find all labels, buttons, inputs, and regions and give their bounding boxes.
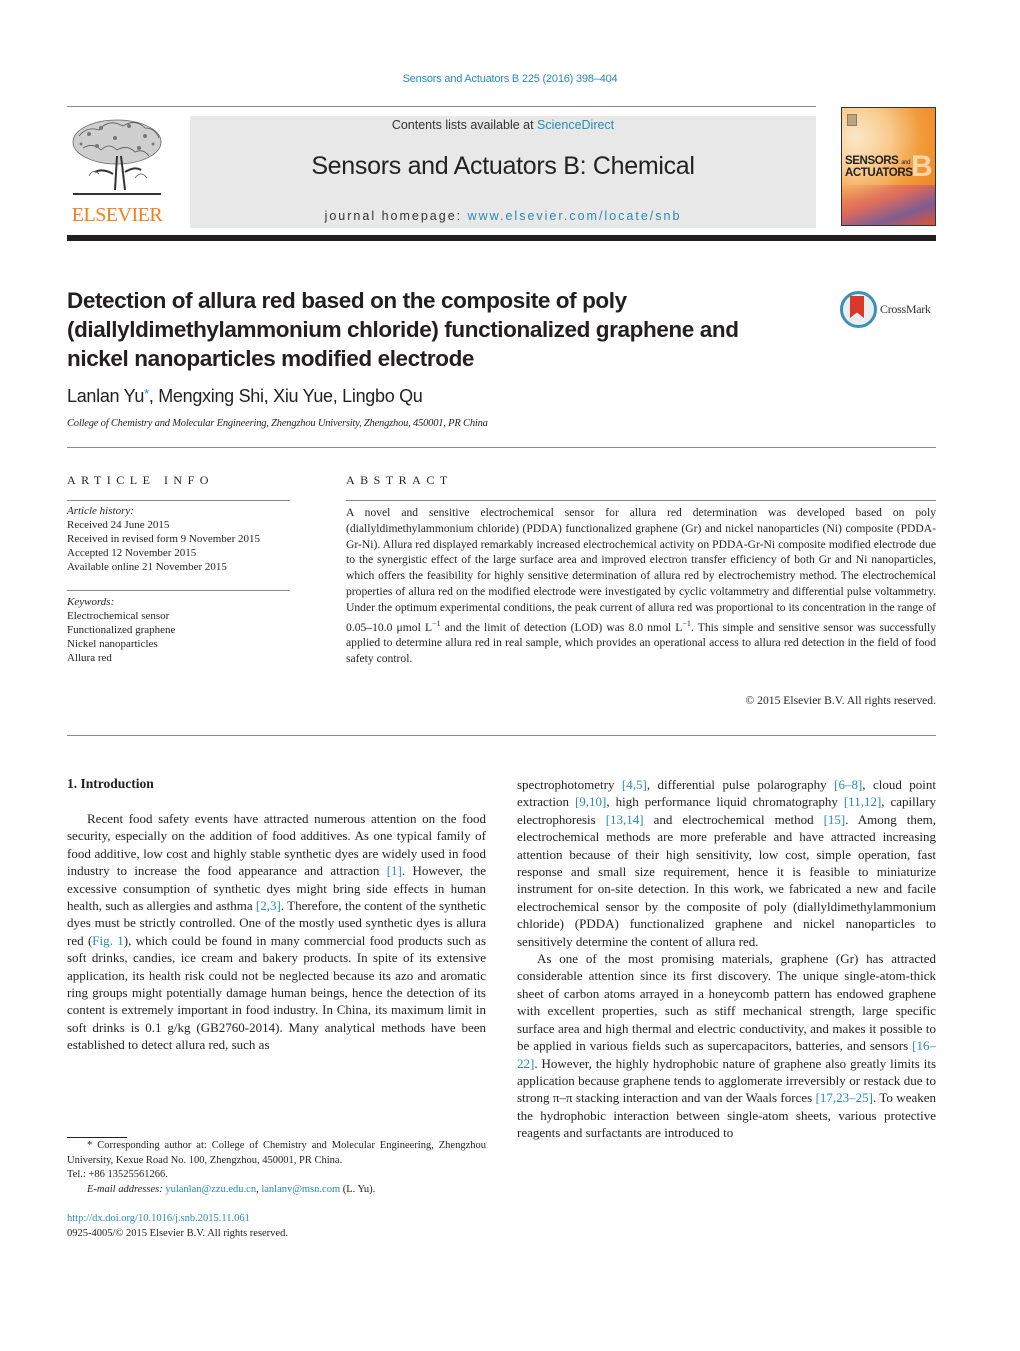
keywords-block: Keywords: Electrochemical sensor Functio… [67,595,297,665]
keywords-rule [67,590,290,591]
history-item: Accepted 12 November 2015 [67,547,197,559]
author-separator: , [332,386,343,406]
header-thick-rule [67,235,936,241]
section-divider [67,447,936,448]
contents-line: Contents lists available at ScienceDirec… [190,118,816,132]
abstract-heading: ABSTRACT [346,473,453,487]
reference-link[interactable]: [9,10] [575,794,606,809]
introduction-heading: 1. Introduction [67,776,154,791]
intro-paragraph: Recent food safety events have attracted… [67,811,487,1053]
cover-title-line2: ACTUATORS [845,167,913,179]
author-name: Mengxing Shi [158,386,264,406]
reference-link[interactable]: [6–8] [834,777,862,792]
reference-link[interactable]: [15] [824,812,846,827]
cover-title-line1: SENSORS and [845,155,910,167]
header-top-rule [67,106,816,107]
abstract-copyright: © 2015 Elsevier B.V. All rights reserved… [745,694,936,707]
reference-link[interactable]: [11,12] [844,794,881,809]
reference-link[interactable]: Fig. 1 [92,933,123,948]
journal-banner: Contents lists available at ScienceDirec… [190,116,816,228]
cover-letter: B [911,150,933,183]
journal-title: Sensors and Actuators B: Chemical [311,152,695,180]
issn-copyright: 0925-4005/© 2015 Elsevier B.V. All right… [67,1227,288,1239]
abstract-text: A novel and sensitive electrochemical se… [346,505,936,667]
reference-link[interactable]: [17,23–25] [816,1090,873,1105]
keyword-item: Nickel nanoparticles [67,638,158,650]
reference-link[interactable]: [1] [387,863,402,878]
keyword-item: Functionalized graphene [67,624,176,636]
elsevier-logo[interactable]: ELSEVIER [67,116,167,228]
intro-paragraph: spectrophotometry [4,5], differential pu… [517,777,937,949]
abstract-part: A novel and sensitive electrochemical se… [346,506,936,634]
sciencedirect-link[interactable]: ScienceDirect [537,118,614,132]
article-history: Article history: Received 24 June 2015 R… [67,504,297,574]
title-line: Detection of allura red based on the com… [67,288,627,313]
author-list: Lanlan Yu*, Mengxing Shi, Xiu Yue, Lingb… [67,386,423,407]
reference-link[interactable]: [4,5] [622,777,647,792]
cover-artwork [842,185,935,225]
corresponding-author-footnote: * Corresponding author at: College of Ch… [67,1139,486,1197]
title-line: nickel nanoparticles modified electrode [67,346,475,371]
abstract-part: and the limit of detection (LOD) was 8.0… [440,620,683,634]
history-item: Available online 21 November 2015 [67,561,227,573]
email-link[interactable]: yulanlan@zzu.edu.cn [165,1184,256,1195]
footnote-rule [67,1137,127,1138]
doi-block: http://dx.doi.org/10.1016/j.snb.2015.11.… [67,1212,288,1241]
doi-link[interactable]: http://dx.doi.org/10.1016/j.snb.2015.11.… [67,1213,250,1224]
intro-paragraph: As one of the most promising materials, … [517,951,937,1141]
abstract-superscript: −1 [682,618,691,628]
footnote-address: * Corresponding author at: College of Ch… [67,1140,486,1166]
journal-citation[interactable]: Sensors and Actuators B 225 (2016) 398–4… [0,73,1020,85]
author-name: Xiu Yue [273,386,333,406]
tree-icon [72,119,162,195]
article-title: Detection of allura red based on the com… [67,286,807,373]
cover-word-sensors: SENSORS [845,155,899,167]
author-separator: , [148,386,159,406]
email-label: E-mail addresses: [87,1183,163,1195]
crossmark-badge[interactable]: CrossMark [840,291,940,329]
email-link[interactable]: lanlanv@msn.com [261,1184,340,1195]
article-history-label: Article history: [67,505,134,517]
body-column-left: Recent food safety events have attracted… [67,810,486,1054]
author-name: Lingbo Qu [342,386,423,406]
reference-link[interactable]: [16–22] [517,1038,936,1070]
cover-word-and: and [901,160,911,166]
keyword-item: Electrochemical sensor [67,610,170,622]
email-suffix: (L. Yu). [340,1183,376,1195]
crossmark-label: CrossMark [880,302,931,316]
author-name: Lanlan Yu [67,386,145,406]
cover-emblem-icon [847,114,857,126]
footnote-telephone: Tel.: +86 13525561266. [67,1169,168,1180]
journal-cover-thumbnail[interactable]: B SENSORS and ACTUATORS [841,107,936,226]
keyword-item: Allura red [67,652,112,664]
article-info-heading: ARTICLE INFO [67,473,214,487]
contents-prefix: Contents lists available at [391,118,538,132]
body-column-right: spectrophotometry [4,5], differential pu… [517,776,936,1142]
elsevier-wordmark: ELSEVIER [71,204,163,226]
abstract-superscript: −1 [432,618,441,628]
author-affiliation: College of Chemistry and Molecular Engin… [67,418,488,429]
abstract-rule [346,500,936,501]
reference-link[interactable]: [13,14] [606,812,644,827]
title-line: (diallyldimethylammonium chloride) funct… [67,317,739,342]
citation-link[interactable]: Sensors and Actuators B 225 (2016) 398–4… [403,73,618,85]
article-info-rule [67,500,290,501]
homepage-link[interactable]: www.elsevier.com/locate/snb [468,209,682,223]
history-item: Received 24 June 2015 [67,519,170,531]
homepage-prefix: journal homepage: [324,209,468,223]
keywords-label: Keywords: [67,596,115,608]
body-divider [67,735,936,736]
homepage-line: journal homepage: www.elsevier.com/locat… [190,209,816,223]
reference-link[interactable]: [2,3] [256,898,281,913]
history-item: Received in revised form 9 November 2015 [67,533,261,545]
author-separator: , [263,386,274,406]
